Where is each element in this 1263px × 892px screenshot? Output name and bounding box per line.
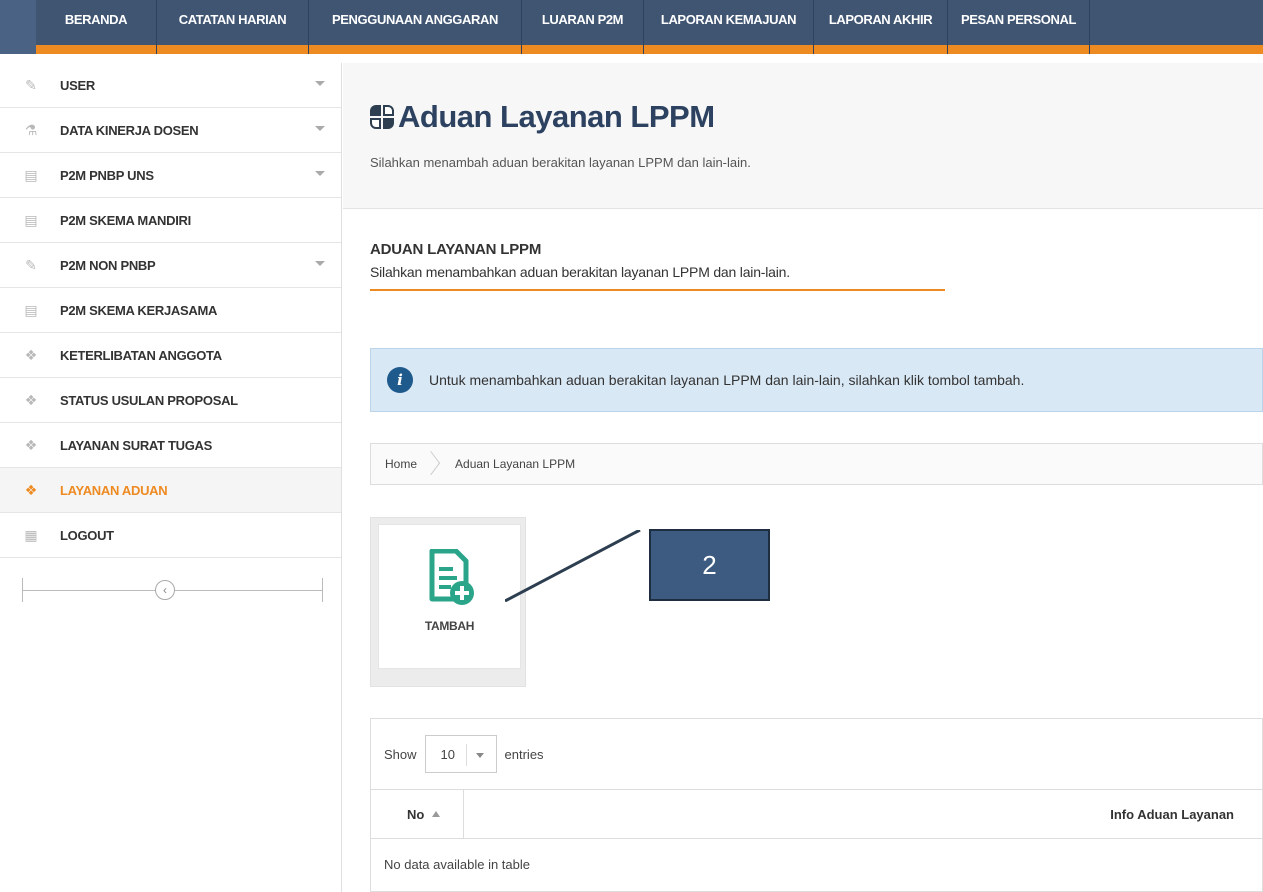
nav-item-luaran-p2m[interactable]: LUARAN P2M	[522, 0, 644, 54]
sidebar-item-user[interactable]: ✎ USER	[0, 63, 341, 108]
chart-icon: ▤	[24, 301, 38, 318]
chevron-left-icon: ‹	[163, 583, 167, 597]
sidebar-item-layanan-aduan[interactable]: ❖ LAYANAN ADUAN	[0, 468, 341, 513]
page-subtitle: Silahkan menambah aduan berakitan layana…	[370, 155, 751, 170]
sidebar-item-label: KETERLIBATAN ANGGOTA	[60, 347, 222, 363]
sidebar-item-label: LAYANAN SURAT TUGAS	[60, 437, 213, 453]
sidebar-collapse-button[interactable]: ‹	[155, 580, 175, 600]
nav-item-catatan-harian[interactable]: CATATAN HARIAN	[157, 0, 309, 54]
table-length-control: Show 10 entries	[371, 719, 1262, 789]
nav-item-beranda[interactable]: BERANDA	[36, 0, 157, 54]
sidebar-list: ✎ USER ⚗ DATA KINERJA DOSEN ▤ P2M PNBP UNS ▤ P2…	[0, 63, 341, 558]
sidebar-item-p2m-non-pnbp[interactable]: ✎ P2M NON PNBP	[0, 243, 341, 288]
breadcrumb-current: Aduan Layanan LPPM	[455, 457, 576, 471]
info-alert: i Untuk menambahkan aduan berakitan laya…	[370, 348, 1263, 412]
sidebar-item-label: P2M PNBP UNS	[60, 167, 154, 183]
sidebar-item-label: DATA KINERJA DOSEN	[60, 122, 199, 138]
page-header: Aduan Layanan LPPM Silahkan menambah adu…	[343, 63, 1263, 209]
dropbox-icon: ❖	[24, 346, 38, 363]
main-content: Aduan Layanan LPPM Silahkan menambah adu…	[343, 63, 1263, 892]
sort-asc-icon	[432, 811, 441, 817]
pencil-icon: ✎	[25, 76, 37, 93]
chevron-down-icon	[315, 171, 325, 176]
nav-item-laporan-akhir[interactable]: LAPORAN AKHIR	[814, 0, 948, 54]
chart-icon: ▤	[24, 211, 38, 228]
nav-item-penggunaan-anggaran[interactable]: PENGGUNAAN ANGGARAN	[309, 0, 522, 54]
sidebar-item-p2m-pnbp-uns[interactable]: ▤ P2M PNBP UNS	[0, 153, 341, 198]
section-heading: ADUAN LAYANAN LPPM Silahkan menambahkan …	[343, 241, 1263, 291]
tambah-label: TAMBAH	[424, 619, 475, 633]
chart-icon: ▤	[24, 166, 38, 183]
column-header-info[interactable]: Info Aduan Layanan	[1110, 807, 1234, 822]
entries-label: entries	[504, 746, 544, 762]
table-header: No Info Aduan Layanan	[371, 789, 1262, 839]
sidebar-collapse-row: ‹	[0, 558, 341, 628]
sidebar-item-label: LOGOUT	[60, 527, 114, 543]
callout-line	[505, 530, 641, 602]
sidebar-item-data-kinerja-dosen[interactable]: ⚗ DATA KINERJA DOSEN	[0, 108, 341, 153]
sidebar-item-keterlibatan-anggota[interactable]: ❖ KETERLIBATAN ANGGOTA	[0, 333, 341, 378]
chevron-down-icon	[315, 261, 325, 266]
entries-value: 10	[440, 746, 455, 762]
chevron-down-icon	[315, 81, 325, 86]
sidebar-item-label: P2M NON PNBP	[60, 257, 156, 273]
top-navigation: BERANDA CATATAN HARIAN PENGGUNAAN ANGGARAN…	[0, 0, 1263, 54]
dropbox-icon: ❖	[24, 391, 38, 408]
column-header-no[interactable]: No	[371, 789, 464, 839]
pencil-icon: ✎	[25, 256, 37, 273]
sidebar-item-label: LAYANAN ADUAN	[60, 482, 168, 498]
aduan-table: Show 10 entries No Info Aduan Layanan No…	[370, 718, 1263, 892]
chevron-down-icon	[475, 753, 484, 758]
grid-icon: ▦	[24, 526, 38, 543]
section-title: ADUAN LAYANAN LPPM	[370, 241, 542, 258]
breadcrumb: Home Aduan Layanan LPPM	[370, 443, 1263, 485]
sidebar-item-label: STATUS USULAN PROPOSAL	[60, 392, 238, 408]
sidebar-item-layanan-surat-tugas[interactable]: ❖ LAYANAN SURAT TUGAS	[0, 423, 341, 468]
sidebar-item-label: USER	[60, 77, 95, 93]
chevron-down-icon	[315, 126, 325, 131]
section-subtitle: Silahkan menambahkan aduan berakitan lay…	[370, 264, 945, 291]
sidebar-item-label: P2M SKEMA MANDIRI	[60, 212, 191, 228]
sidebar-item-logout[interactable]: ▦ LOGOUT	[0, 513, 341, 558]
flask-icon: ⚗	[24, 121, 38, 138]
nav-item-pesan-personal[interactable]: PESAN PERSONAL	[948, 0, 1090, 54]
dropbox-icon: ❖	[24, 481, 38, 498]
page-title-row: Aduan Layanan LPPM	[370, 63, 1263, 135]
callout-box: 2	[649, 529, 770, 601]
table-empty-row: No data available in table	[384, 856, 530, 872]
dropbox-icon: ❖	[24, 436, 38, 453]
sidebar-item-p2m-skema-kerjasama[interactable]: ▤ P2M SKEMA KERJASAMA	[0, 288, 341, 333]
nav-item-laporan-kemajuan[interactable]: LAPORAN KEMAJUAN	[644, 0, 814, 54]
sidebar: ✎ USER ⚗ DATA KINERJA DOSEN ▤ P2M PNBP UNS ▤ P2…	[0, 63, 342, 892]
breadcrumb-separator	[431, 443, 441, 485]
tambah-panel: TAMBAH	[370, 517, 526, 687]
show-label: Show	[384, 746, 417, 762]
info-alert-text: Untuk menambahkan aduan berakitan layana…	[429, 372, 1025, 388]
info-icon: i	[387, 367, 413, 393]
page-title: Aduan Layanan LPPM	[398, 99, 715, 134]
sidebar-item-p2m-skema-mandiri[interactable]: ▤ P2M SKEMA MANDIRI	[0, 198, 341, 243]
top-nav-list: BERANDA CATATAN HARIAN PENGGUNAAN ANGGARAN…	[0, 0, 1263, 54]
add-document-icon	[429, 549, 474, 605]
sidebar-item-status-usulan-proposal[interactable]: ❖ STATUS USULAN PROPOSAL	[0, 378, 341, 423]
entries-select[interactable]: 10	[424, 735, 497, 773]
dashboard-icon	[370, 105, 394, 129]
sidebar-item-label: P2M SKEMA KERJASAMA	[60, 302, 218, 318]
tambah-button[interactable]: TAMBAH	[378, 524, 521, 669]
